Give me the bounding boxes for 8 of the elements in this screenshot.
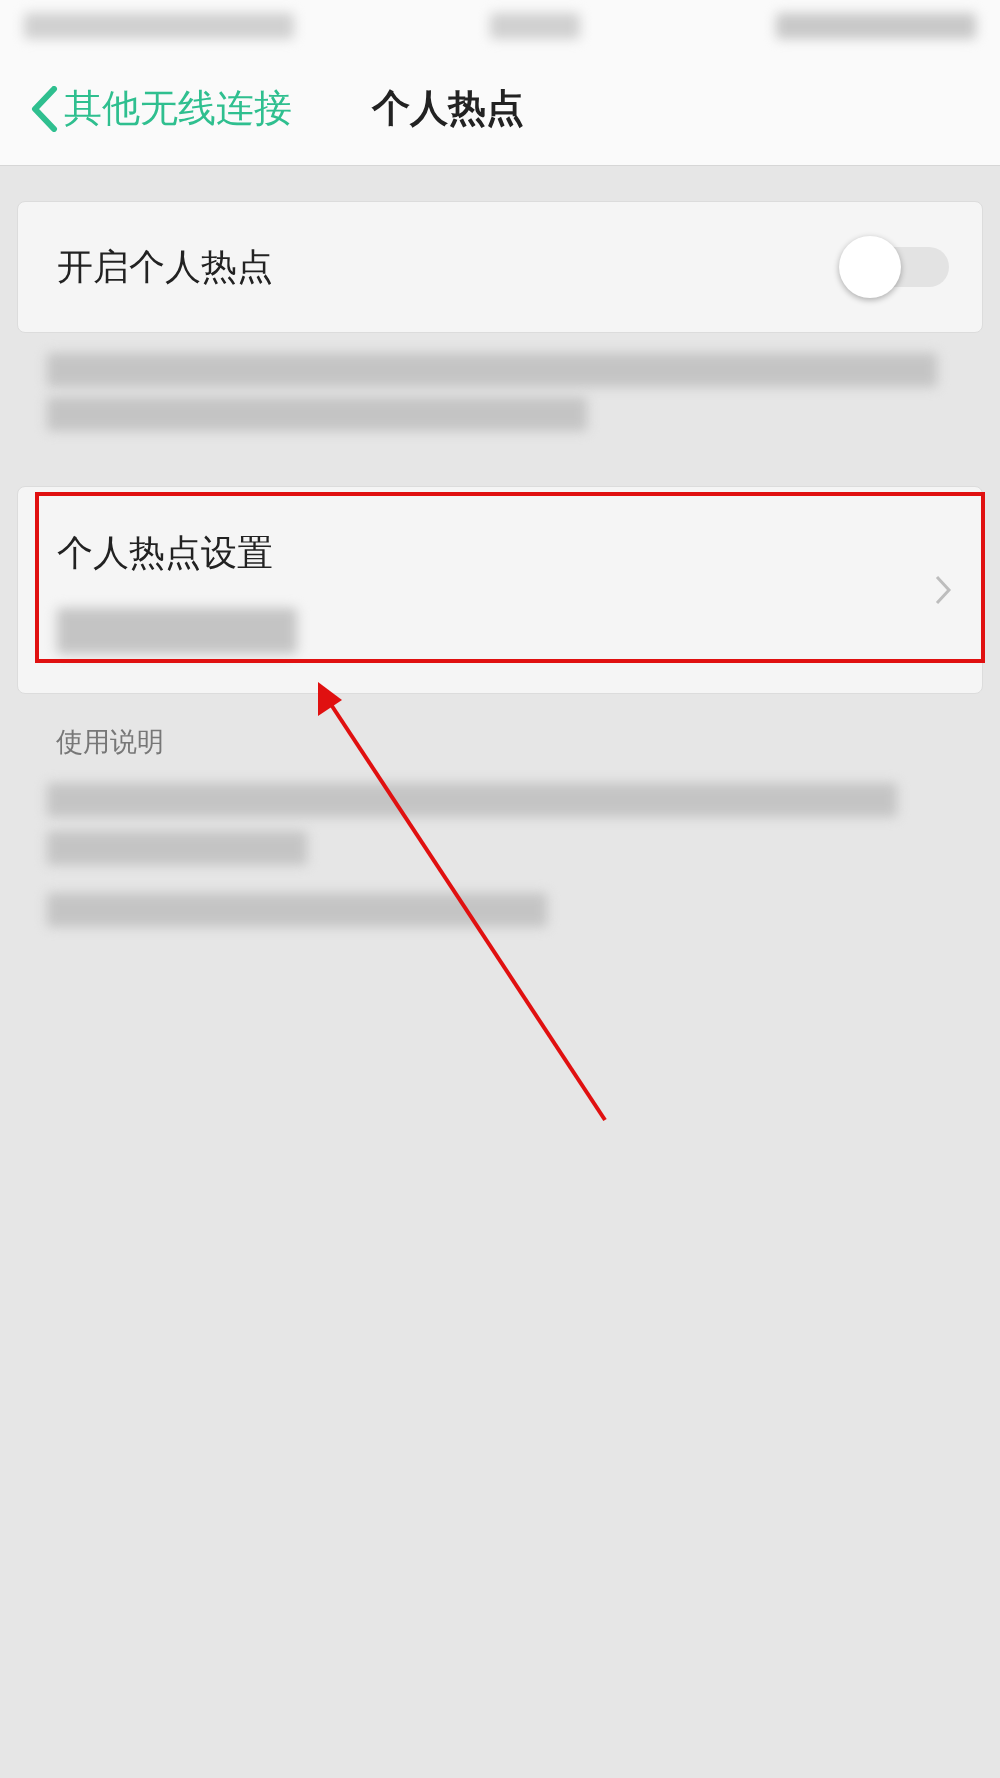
chevron-right-icon <box>934 574 952 606</box>
back-icon <box>30 85 58 132</box>
settings-row[interactable]: 个人热点设置 <box>17 486 983 694</box>
switch-label: 开启个人热点 <box>57 245 273 289</box>
page-title: 个人热点 <box>372 85 524 132</box>
hotspot-toggle[interactable] <box>839 236 949 298</box>
settings-label: 个人热点设置 <box>57 531 274 575</box>
section-heading: 使用说明 <box>55 725 164 759</box>
